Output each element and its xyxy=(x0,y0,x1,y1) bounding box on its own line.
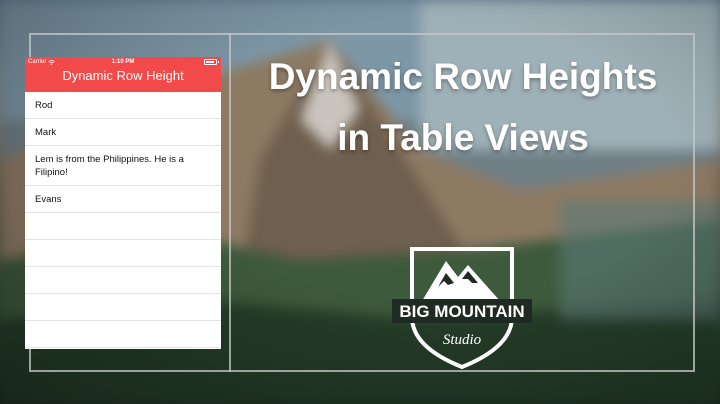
table-row[interactable]: Rod xyxy=(25,92,221,119)
nav-title: Dynamic Row Height xyxy=(62,68,184,83)
logo-line2: Studio xyxy=(443,332,482,348)
status-bar: Carrier 1:10 PM xyxy=(25,57,221,67)
table-row[interactable]: Lem is from the Philippines. He is a Fil… xyxy=(25,146,221,186)
logo-line1: BIG MOUNTAIN xyxy=(399,302,524,321)
phone-screen: Carrier 1:10 PM Dynamic Row Height Rod M… xyxy=(25,57,221,349)
empty-table-row xyxy=(25,294,221,321)
empty-table-row xyxy=(25,213,221,240)
empty-table-row xyxy=(25,321,221,348)
battery-icon xyxy=(204,59,219,65)
big-mountain-studio-logo: BIG MOUNTAIN Studio xyxy=(392,247,532,370)
navigation-bar: Carrier 1:10 PM Dynamic Row Height xyxy=(25,57,221,92)
status-time: 1:10 PM xyxy=(111,59,135,65)
video-title: Dynamic Row Heights in Table Views xyxy=(268,56,658,158)
empty-table-row xyxy=(25,240,221,267)
table-row[interactable]: Mark xyxy=(25,119,221,146)
empty-table-row xyxy=(25,267,221,294)
table-view[interactable]: Rod Mark Lem is from the Philippines. He… xyxy=(25,92,221,348)
table-row[interactable]: Evans xyxy=(25,186,221,213)
frame-divider xyxy=(229,33,231,372)
